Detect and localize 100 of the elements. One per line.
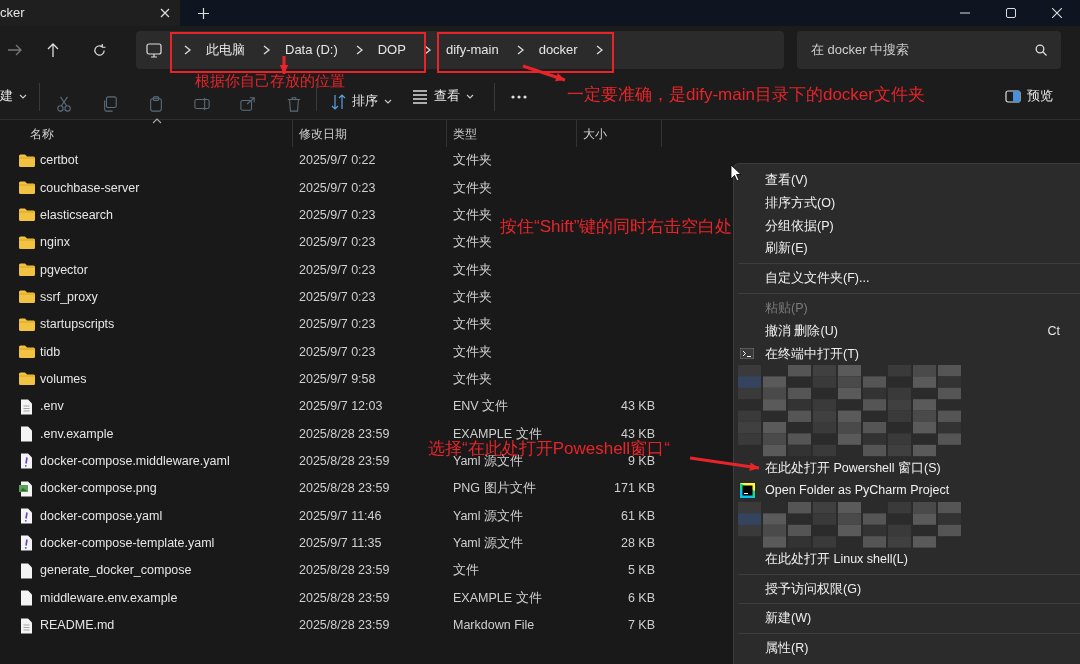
modified-date: 2025/9/7 0:23 xyxy=(299,235,376,250)
file-size: 61 KB xyxy=(620,508,655,523)
tab-title[interactable]: cker xyxy=(0,3,25,23)
caret-icon xyxy=(19,94,27,99)
yaml-file-icon xyxy=(19,535,35,552)
maximize-icon[interactable] xyxy=(1006,8,1016,18)
terminal-icon xyxy=(740,348,754,360)
chevron-icon[interactable] xyxy=(595,45,604,55)
file-name[interactable]: tidb xyxy=(40,342,61,362)
file-type: 文件夹 xyxy=(453,344,492,359)
folder-icon xyxy=(19,234,35,251)
file-name[interactable]: nginx xyxy=(40,233,70,253)
file-name[interactable]: ssrf_proxy xyxy=(40,288,98,307)
pycharm-icon xyxy=(740,483,755,499)
folder-icon xyxy=(19,207,35,224)
shortcut-text: Ct xyxy=(1047,322,1060,340)
file-name[interactable]: certbot xyxy=(40,151,79,171)
menu-item[interactable]: 新建(W) xyxy=(734,607,1080,631)
folder-icon xyxy=(19,152,35,169)
file-name[interactable]: docker-compose-template.yaml xyxy=(40,534,215,553)
modified-date: 2025/9/7 0:23 xyxy=(299,180,376,195)
annotation-text: 一定要准确，是dify-main目录下的docker文件夹 xyxy=(567,85,925,106)
new-button[interactable]: 建 xyxy=(0,87,27,106)
modified-date: 2025/9/7 0:23 xyxy=(299,344,376,359)
file-name[interactable]: .env xyxy=(40,397,64,417)
file-name[interactable]: pgvector xyxy=(40,260,88,280)
file-name[interactable]: volumes xyxy=(40,370,87,389)
close-icon[interactable] xyxy=(1052,8,1062,18)
file-name[interactable]: README.md xyxy=(40,616,115,635)
menu-item[interactable]: 在此处打开 Linux shell(L) xyxy=(734,547,1080,571)
file-type: 文件夹 xyxy=(453,262,492,277)
folder-icon xyxy=(19,371,35,388)
file-name[interactable]: generate_docker_compose xyxy=(40,561,192,581)
file-size: 43 KB xyxy=(620,399,655,414)
forward-arrow-icon[interactable] xyxy=(8,44,22,56)
menu-item[interactable]: 自定义文件夹(F)... xyxy=(734,267,1080,290)
refresh-icon[interactable] xyxy=(92,43,106,57)
menu-item[interactable]: 排序方式(O) xyxy=(734,191,1080,215)
file-name[interactable]: startupscripts xyxy=(40,315,115,335)
menu-item[interactable]: 刷新(E) xyxy=(734,237,1080,261)
menu-item[interactable]: 撤消 删除(U) Ct xyxy=(734,319,1080,343)
file-name[interactable]: elasticsearch xyxy=(40,206,113,225)
modified-date: 2025/8/28 23:59 xyxy=(299,454,390,469)
more-icon[interactable] xyxy=(511,94,527,99)
file-type: PNG 图片文件 xyxy=(453,481,536,496)
file-type: 文件夹 xyxy=(453,235,492,250)
menu-item[interactable]: 属性(R) xyxy=(734,637,1080,660)
menu-item[interactable]: 在终端中打开(T) xyxy=(734,342,1080,366)
breadcrumb-item[interactable]: docker xyxy=(524,40,596,60)
breadcrumb-item[interactable]: 此电脑 xyxy=(192,40,263,60)
menu-item[interactable]: Open Folder as PyCharm Project xyxy=(734,479,1080,503)
file-type: Yaml 源文件 xyxy=(453,536,524,551)
folder-icon xyxy=(19,180,35,196)
caret-icon xyxy=(466,94,474,99)
file-type: 文件夹 xyxy=(453,290,492,304)
new-tab-icon[interactable] xyxy=(197,7,209,19)
column-header[interactable]: 大小 xyxy=(583,124,607,143)
preview-pane-icon xyxy=(1005,90,1021,103)
file-name[interactable]: docker-compose.yaml xyxy=(40,506,163,526)
file-name[interactable]: docker-compose.png xyxy=(40,479,157,499)
sort-button[interactable]: 排序 xyxy=(331,92,392,111)
file-name[interactable]: .env.example xyxy=(40,424,114,444)
chevron-icon[interactable] xyxy=(263,45,271,55)
chevron-icon[interactable] xyxy=(184,45,192,55)
file-size: 5 KB xyxy=(627,563,655,578)
chevron-icon[interactable] xyxy=(423,45,432,55)
preview-button[interactable]: 预览 xyxy=(1005,87,1053,106)
yaml-file-icon xyxy=(19,508,35,525)
menu-item[interactable]: 分组依据(P) xyxy=(734,214,1080,238)
folder-icon xyxy=(19,344,35,361)
text-file-icon xyxy=(19,617,35,634)
sort-icon xyxy=(331,93,346,110)
search-field[interactable]: 在 docker 中搜索 xyxy=(797,31,1061,69)
up-arrow-icon[interactable] xyxy=(47,43,59,57)
computer-icon[interactable] xyxy=(146,42,162,58)
file-name[interactable]: couchbase-server xyxy=(40,178,140,198)
menu-item[interactable]: 在此处打开 Powershell 窗口(S) xyxy=(734,456,1080,480)
file-type: 文件夹 xyxy=(453,180,492,195)
file-name[interactable]: docker-compose.middleware.yaml xyxy=(40,452,230,471)
column-header[interactable]: 类型 xyxy=(453,124,477,143)
modified-date: 2025/9/7 0:23 xyxy=(299,290,376,304)
close-icon[interactable] xyxy=(160,8,170,18)
breadcrumb-item[interactable]: dify-main xyxy=(431,40,517,60)
folder-icon xyxy=(19,289,35,306)
breadcrumb-item[interactable]: Data (D:) xyxy=(271,40,356,60)
file-type: EXAMPLE 文件 xyxy=(453,426,542,441)
modified-date: 2025/8/28 23:59 xyxy=(299,481,390,496)
chevron-icon[interactable] xyxy=(516,45,525,55)
breadcrumb-item[interactable]: DOP xyxy=(363,40,424,60)
menu-item[interactable]: 授予访问权限(G) xyxy=(734,577,1080,601)
modified-date: 2025/9/7 11:35 xyxy=(299,536,382,551)
file-type: 文件 xyxy=(453,563,479,578)
file-type: 文件夹 xyxy=(453,153,492,168)
modified-date: 2025/8/28 23:59 xyxy=(299,618,390,633)
chevron-icon[interactable] xyxy=(355,45,364,55)
column-header[interactable]: 名称 xyxy=(30,124,54,143)
view-button[interactable]: 查看 xyxy=(412,87,474,106)
modified-date: 2025/8/28 23:59 xyxy=(299,426,390,441)
column-header[interactable]: 修改日期 xyxy=(299,124,347,143)
file-name[interactable]: middleware.env.example xyxy=(40,588,178,608)
